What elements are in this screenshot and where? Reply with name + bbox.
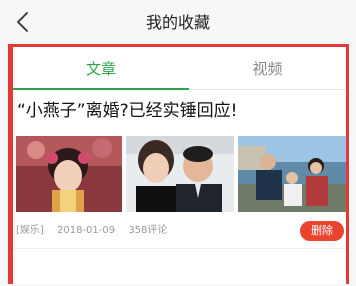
tab-bar: 文章 视频	[13, 47, 346, 90]
delete-button[interactable]: 删除	[300, 221, 344, 241]
article-date: 2018-01-09	[57, 225, 116, 236]
top-bar: 我的收藏	[0, 0, 356, 44]
favorites-panel: 文章 视频 “小燕子”离婚?已经实锤回应! [娱乐] 2018-01-09 35…	[8, 44, 349, 284]
article-item[interactable]: “小燕子”离婚?已经实锤回应! [娱乐] 2018-01-09 358评论 删除	[13, 90, 346, 241]
article-comment-count: 358评论	[128, 225, 168, 236]
article-category: [娱乐]	[16, 225, 44, 236]
tab-videos[interactable]: 视频	[189, 47, 346, 89]
page-title: 我的收藏	[145, 13, 210, 32]
item-divider	[13, 248, 346, 249]
tab-articles[interactable]: 文章	[13, 47, 189, 89]
article-title: “小燕子”离婚?已经实锤回应!	[17, 101, 238, 121]
article-meta: [娱乐] 2018-01-09 358评论	[16, 224, 177, 238]
article-thumbnail-1	[16, 136, 122, 212]
article-thumbnail-3	[238, 136, 346, 212]
article-thumbnails	[16, 136, 346, 212]
article-thumbnail-2	[126, 136, 234, 212]
